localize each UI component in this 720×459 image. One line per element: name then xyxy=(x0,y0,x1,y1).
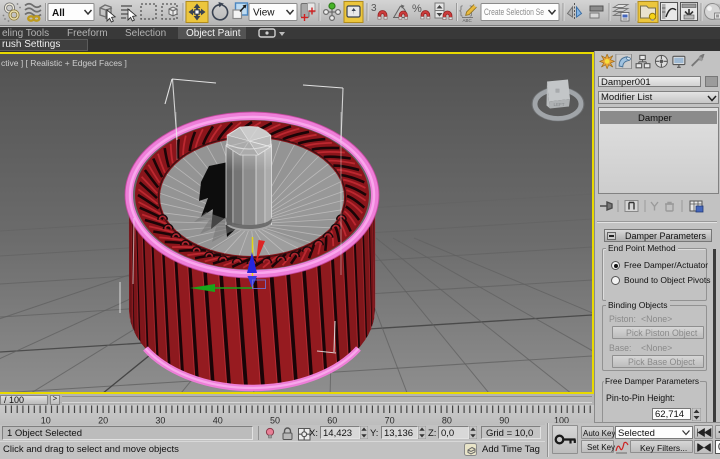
svg-text:40: 40 xyxy=(213,416,223,426)
svg-text:All: All xyxy=(52,8,65,19)
svg-text:30: 30 xyxy=(155,416,165,426)
svg-text:80: 80 xyxy=(442,416,452,426)
svg-text:90: 90 xyxy=(499,416,509,426)
svg-text:ABC: ABC xyxy=(463,18,473,23)
svg-text:20: 20 xyxy=(98,416,108,426)
svg-text:View: View xyxy=(253,8,275,19)
svg-text:LEFT: LEFT xyxy=(553,102,564,107)
svg-text:70: 70 xyxy=(385,416,395,426)
svg-text:50: 50 xyxy=(270,416,280,426)
svg-text:3: 3 xyxy=(371,3,377,14)
svg-text:Create Selection Se: Create Selection Se xyxy=(484,7,544,17)
svg-text:%: % xyxy=(412,3,422,15)
svg-text:60: 60 xyxy=(327,416,337,426)
svg-text:{: { xyxy=(459,3,463,17)
svg-text:▩: ▩ xyxy=(555,88,560,94)
svg-text:10: 10 xyxy=(41,416,51,426)
